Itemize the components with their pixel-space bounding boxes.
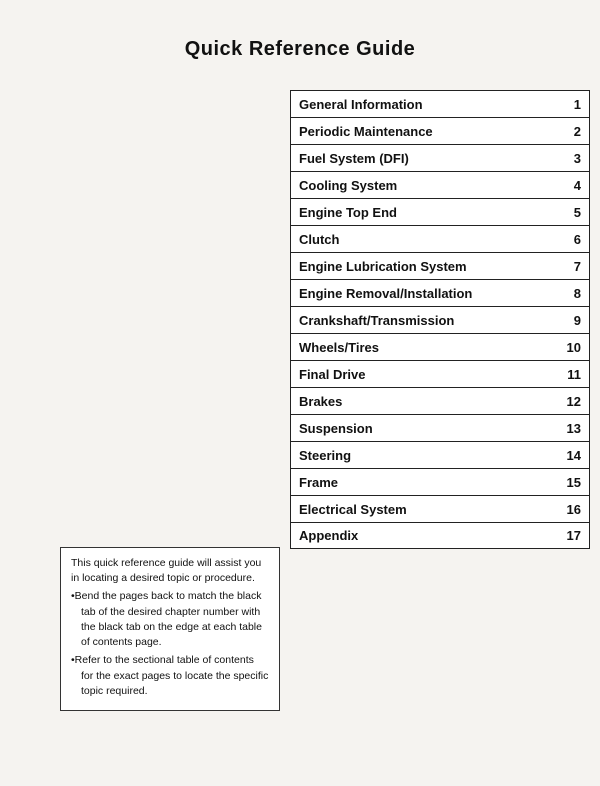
toc-row[interactable]: Electrical System16 <box>290 495 590 522</box>
toc-label: General Information <box>291 93 557 116</box>
toc-label: Engine Top End <box>291 201 557 224</box>
toc-number: 5 <box>557 205 589 220</box>
note-bullet-2: •Refer to the sectional table of content… <box>71 653 269 699</box>
toc-number: 9 <box>557 313 589 328</box>
toc-label: Fuel System (DFI) <box>291 147 557 170</box>
note-box: This quick reference guide will assist y… <box>60 547 280 711</box>
toc-row[interactable]: Frame15 <box>290 468 590 495</box>
toc-number: 13 <box>557 421 589 436</box>
toc-row[interactable]: Engine Top End5 <box>290 198 590 225</box>
toc-label: Final Drive <box>291 363 557 386</box>
toc-number: 10 <box>557 340 589 355</box>
toc-container: General Information1Periodic Maintenance… <box>290 90 590 549</box>
toc-number: 14 <box>557 448 589 463</box>
toc-label: Frame <box>291 471 557 494</box>
toc-row[interactable]: Suspension13 <box>290 414 590 441</box>
toc-number: 17 <box>557 528 589 543</box>
note-bullet-1: •Bend the pages back to match the black … <box>71 589 269 650</box>
toc-number: 12 <box>557 394 589 409</box>
toc-label: Suspension <box>291 417 557 440</box>
toc-number: 1 <box>557 97 589 112</box>
toc-label: Engine Lubrication System <box>291 255 557 278</box>
toc-row[interactable]: Brakes12 <box>290 387 590 414</box>
toc-number: 6 <box>557 232 589 247</box>
toc-label: Periodic Maintenance <box>291 120 557 143</box>
toc-row[interactable]: Crankshaft/Transmission9 <box>290 306 590 333</box>
toc-number: 2 <box>557 124 589 139</box>
toc-row[interactable]: Engine Lubrication System7 <box>290 252 590 279</box>
toc-label: Crankshaft/Transmission <box>291 309 557 332</box>
toc-label: Electrical System <box>291 498 557 521</box>
toc-label: Appendix <box>291 524 557 547</box>
toc-number: 7 <box>557 259 589 274</box>
toc-row[interactable]: Cooling System4 <box>290 171 590 198</box>
toc-number: 11 <box>557 367 589 382</box>
toc-row[interactable]: Periodic Maintenance2 <box>290 117 590 144</box>
toc-label: Brakes <box>291 390 557 413</box>
toc-row[interactable]: Appendix17 <box>290 522 590 549</box>
toc-row[interactable]: Steering14 <box>290 441 590 468</box>
toc-number: 8 <box>557 286 589 301</box>
toc-label: Engine Removal/Installation <box>291 282 557 305</box>
toc-row[interactable]: General Information1 <box>290 90 590 117</box>
toc-row[interactable]: Fuel System (DFI)3 <box>290 144 590 171</box>
toc-number: 4 <box>557 178 589 193</box>
toc-label: Wheels/Tires <box>291 336 557 359</box>
toc-number: 16 <box>557 502 589 517</box>
toc-label: Steering <box>291 444 557 467</box>
toc-number: 3 <box>557 151 589 166</box>
page-title: Quick Reference Guide <box>0 0 600 79</box>
page: Quick Reference Guide General Informatio… <box>0 0 600 786</box>
toc-label: Cooling System <box>291 174 557 197</box>
toc-row[interactable]: Engine Removal/Installation8 <box>290 279 590 306</box>
toc-number: 15 <box>557 475 589 490</box>
toc-row[interactable]: Final Drive11 <box>290 360 590 387</box>
toc-row[interactable]: Clutch6 <box>290 225 590 252</box>
toc-label: Clutch <box>291 228 557 251</box>
toc-row[interactable]: Wheels/Tires10 <box>290 333 590 360</box>
note-intro: This quick reference guide will assist y… <box>71 556 269 586</box>
